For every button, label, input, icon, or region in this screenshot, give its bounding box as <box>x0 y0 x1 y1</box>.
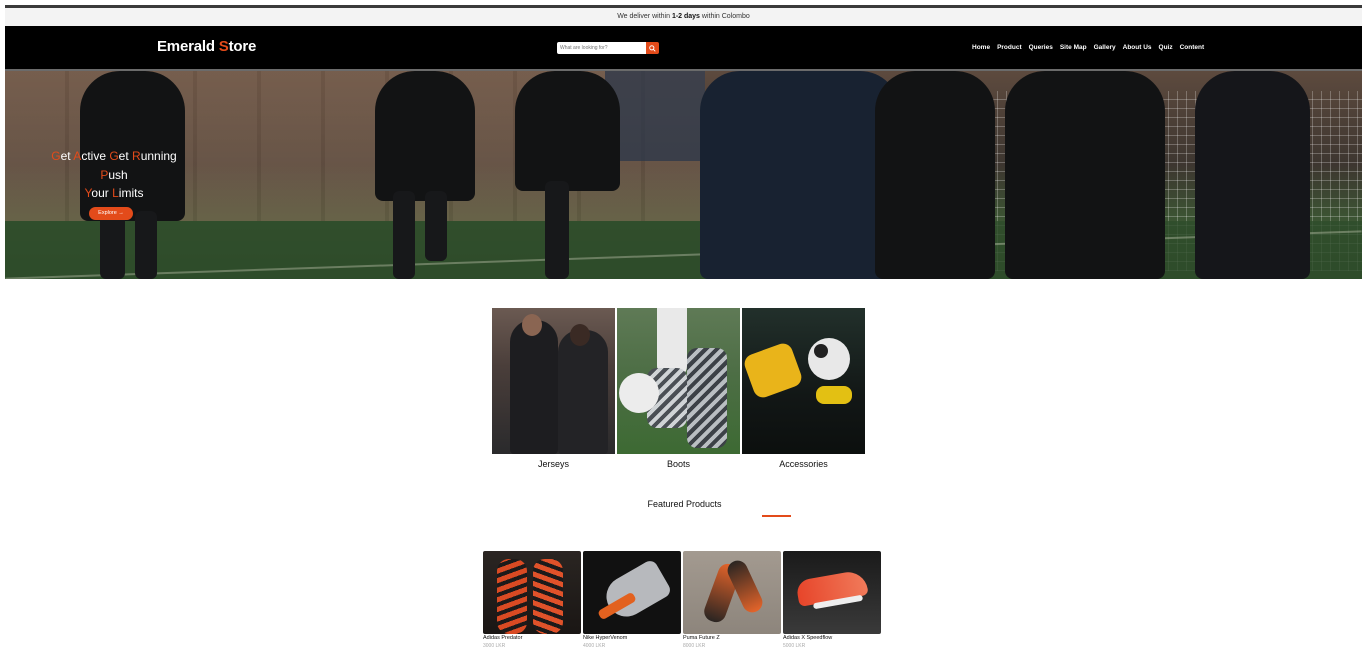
product-name[interactable]: Adidas X Speedflow <box>783 635 881 641</box>
featured-underline <box>762 515 791 517</box>
hero-initial: G <box>109 149 119 163</box>
announcement-prefix: We deliver within <box>617 13 672 20</box>
nav-site-map[interactable]: Site Map <box>1060 44 1087 51</box>
hero-word: ctive <box>81 149 110 163</box>
hero-player-leg <box>425 191 447 261</box>
announcement-suffix: within Colombo <box>699 13 750 20</box>
hero-player <box>1195 71 1310 279</box>
hero-player <box>515 71 620 191</box>
category-image-jerseys[interactable] <box>492 308 615 454</box>
product-card[interactable]: Nike HyperVenom 4000 LKR <box>583 551 681 649</box>
category-image-accessories[interactable] <box>742 308 865 454</box>
hero-player-leg <box>545 181 569 279</box>
category-label[interactable]: Boots <box>617 459 740 469</box>
logo-part2: tore <box>228 38 257 55</box>
hero-word: ush <box>108 167 128 182</box>
product-grid: Adidas Predator 3000 LKR Nike HyperVenom… <box>483 551 881 649</box>
announcement-bar: We deliver within 1-2 days within Colomb… <box>5 8 1362 26</box>
hero-player-leg <box>393 191 415 279</box>
product-price: 5000 LKR <box>783 643 806 649</box>
hero-player <box>875 71 995 279</box>
product-name[interactable]: Puma Future Z <box>683 635 781 641</box>
product-name[interactable]: Adidas Predator <box>483 635 581 641</box>
product-image[interactable] <box>483 551 581 634</box>
product-name[interactable]: Nike HyperVenom <box>583 635 681 641</box>
category-image-boots[interactable] <box>617 308 740 454</box>
nav-gallery[interactable]: Gallery <box>1094 44 1116 51</box>
logo[interactable]: Emerald Store <box>157 38 256 55</box>
hero-line-1: Get Active Get Running <box>49 147 179 166</box>
search-bar <box>557 42 659 54</box>
hero-word: imits <box>118 186 144 200</box>
product-image[interactable] <box>783 551 881 634</box>
hero-player <box>375 71 475 201</box>
nav-home[interactable]: Home <box>972 44 990 51</box>
product-card[interactable]: Adidas X Speedflow 5000 LKR <box>783 551 881 649</box>
hero-word: our <box>91 186 113 200</box>
featured-products-heading: Featured Products <box>647 499 722 509</box>
category-card-boots[interactable]: Boots <box>617 308 740 469</box>
hero-initial: L <box>112 186 119 200</box>
hero-player-leg <box>100 211 125 279</box>
hero-initial: G <box>51 149 61 163</box>
nav-content[interactable]: Content <box>1180 44 1205 51</box>
search-button[interactable] <box>646 42 659 54</box>
explore-button[interactable]: Explore → <box>89 207 133 220</box>
product-image[interactable] <box>683 551 781 634</box>
hero-line-3: Your Limits <box>49 184 179 203</box>
hero-headline: Get Active Get Running Push Your Limits <box>49 147 179 203</box>
category-grid: Jerseys Boots Accessories <box>492 308 865 469</box>
hero-player <box>1005 71 1165 279</box>
hero-word: unning <box>140 149 177 163</box>
nav-about-us[interactable]: About Us <box>1123 44 1152 51</box>
nav-product[interactable]: Product <box>997 44 1022 51</box>
category-card-accessories[interactable]: Accessories <box>742 308 865 469</box>
product-price: 4000 LKR <box>583 643 606 649</box>
product-card[interactable]: Puma Future Z 8000 LKR <box>683 551 781 649</box>
logo-part1: Emerald <box>157 38 219 55</box>
hero-word: et <box>118 149 133 163</box>
announcement-highlight: 1-2 days <box>671 13 700 20</box>
hero-background-panel <box>605 71 705 161</box>
hero-player-leg <box>135 211 157 279</box>
hero-banner: Get Active Get Running Push Your Limits … <box>5 71 1362 279</box>
product-price: 3000 LKR <box>483 643 506 649</box>
nav-quiz[interactable]: Quiz <box>1159 44 1173 51</box>
product-price: 8000 LKR <box>683 643 706 649</box>
search-icon <box>649 44 656 52</box>
category-label[interactable]: Jerseys <box>492 459 615 469</box>
nav-menu: Home Product Queries Site Map Gallery Ab… <box>972 44 1204 51</box>
navbar: Emerald Store Home Product Queries Site … <box>5 26 1362 69</box>
logo-accent: S <box>218 38 229 55</box>
hero-word: et <box>60 149 74 163</box>
category-label[interactable]: Accessories <box>742 459 865 469</box>
product-card[interactable]: Adidas Predator 3000 LKR <box>483 551 581 649</box>
hero-initial: R <box>132 149 141 163</box>
nav-queries[interactable]: Queries <box>1029 44 1053 51</box>
hero-player <box>700 71 900 279</box>
hero-line-2: Push <box>49 166 179 185</box>
product-image[interactable] <box>583 551 681 634</box>
category-card-jerseys[interactable]: Jerseys <box>492 308 615 469</box>
search-input[interactable] <box>557 42 646 54</box>
